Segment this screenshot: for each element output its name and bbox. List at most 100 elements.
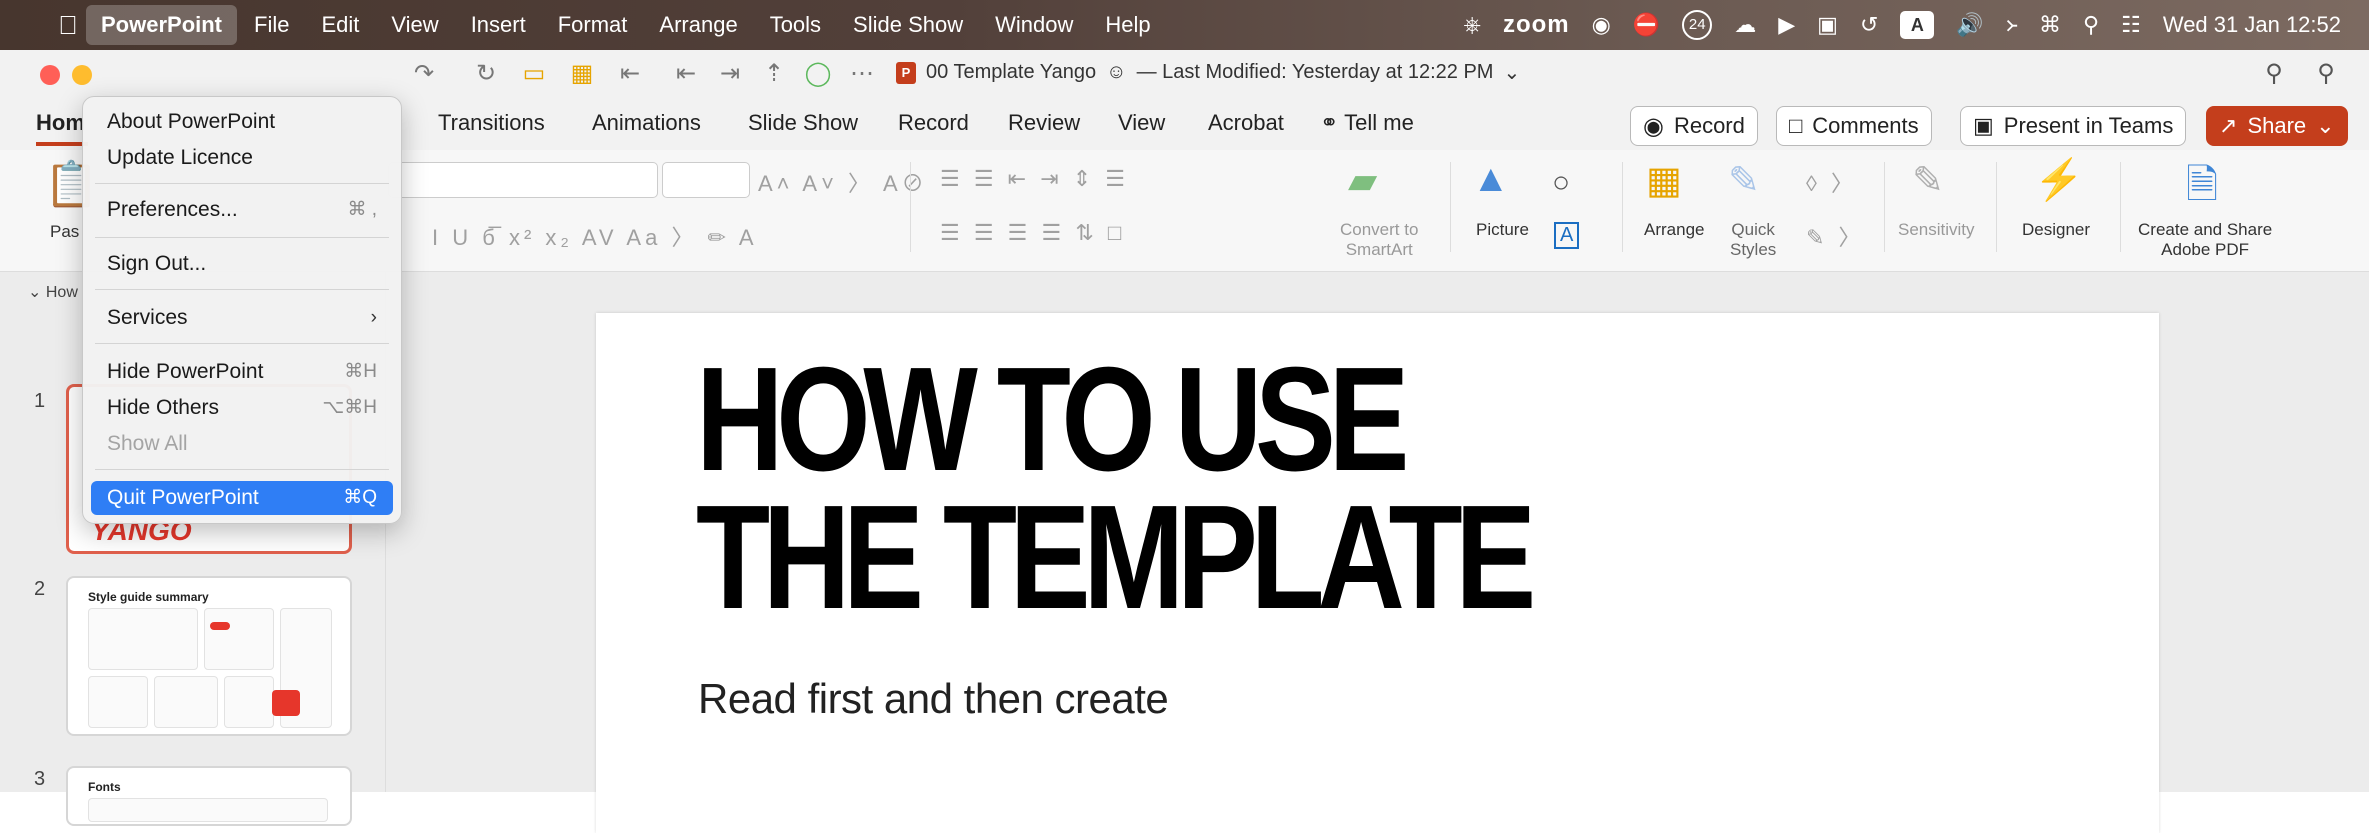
menu-item-preferences[interactable]: Preferences... ⌘ , xyxy=(83,193,401,227)
tab-view[interactable]: View xyxy=(1118,110,1165,136)
teams-icon: ▣ xyxy=(1973,113,1994,138)
input-source-indicator[interactable]: A xyxy=(1900,11,1935,39)
shape-circle-icon[interactable]: ◯ xyxy=(802,58,834,90)
spotlight-icon[interactable]: ⚲ xyxy=(2083,12,2099,38)
paste-label[interactable]: Pas xyxy=(50,222,79,242)
menu-window[interactable]: Window xyxy=(980,5,1088,45)
tab-slide-show[interactable]: Slide Show xyxy=(748,110,858,136)
lock-icon[interactable]: ⛔ xyxy=(1633,12,1660,38)
quick-styles-icon[interactable]: ✎ xyxy=(1728,158,1760,203)
time-machine-icon[interactable]: ↺ xyxy=(1860,12,1878,38)
menu-item-about[interactable]: About PowerPoint xyxy=(83,105,401,139)
minimize-window-button[interactable] xyxy=(72,65,92,85)
adobe-pdf-icon[interactable]: 🗎 xyxy=(2186,156,2218,224)
shape-fill-icon[interactable]: ◊ 〉 xyxy=(1806,166,1857,198)
menu-arrange[interactable]: Arrange xyxy=(644,5,752,45)
close-window-button[interactable] xyxy=(40,65,60,85)
calendar-badge-icon[interactable]: 24 xyxy=(1682,10,1713,40)
menu-item-hide-powerpoint[interactable]: Hide PowerPoint ⌘H xyxy=(83,355,401,389)
menu-file[interactable]: File xyxy=(239,5,304,45)
menu-help[interactable]: Help xyxy=(1090,5,1165,45)
tab-review[interactable]: Review xyxy=(1008,110,1080,136)
align-top-icon[interactable]: ⇡ xyxy=(758,58,790,90)
script-editor-icon[interactable]: ⎈ xyxy=(1463,12,1481,38)
menu-powerpoint[interactable]: PowerPoint xyxy=(86,5,238,45)
clock[interactable]: Wed 31 Jan 12:52 xyxy=(2163,12,2341,38)
apple-icon[interactable]:  xyxy=(50,10,86,41)
record-button[interactable]: ◉ Record xyxy=(1630,106,1758,146)
menu-item-hide-others[interactable]: Hide Others ⌥⌘H xyxy=(83,391,401,425)
shape-outline-icon[interactable]: ✎ 〉 xyxy=(1806,220,1865,252)
arrange-icon[interactable]: ▦ xyxy=(1646,158,1682,203)
designer-button[interactable]: Designer xyxy=(2022,220,2090,240)
tab-record[interactable]: Record xyxy=(898,110,969,136)
screen-share-icon[interactable]: ◉ xyxy=(1592,12,1611,38)
bluetooth-icon[interactable]: ᚛ xyxy=(2006,12,2017,38)
sensitivity-button[interactable]: Sensitivity xyxy=(1898,220,1975,240)
tab-acrobat[interactable]: Acrobat xyxy=(1208,110,1284,136)
tab-home[interactable]: Hom xyxy=(36,110,85,136)
align-icon[interactable]: ⇤ xyxy=(614,58,646,90)
current-slide[interactable]: HOW TO USE THE TEMPLATE Read first and t… xyxy=(596,313,2159,833)
sensitivity-icon[interactable]: ✎ xyxy=(1912,158,1944,203)
tab-animations[interactable]: Animations xyxy=(592,110,701,136)
menu-view[interactable]: View xyxy=(376,5,453,45)
separator xyxy=(910,162,911,252)
section-header[interactable]: ⌄ How xyxy=(28,282,78,302)
font-size-dropdown[interactable] xyxy=(662,162,750,198)
zoom-status-item[interactable]: zoom xyxy=(1503,11,1570,39)
menu-item-sign-out[interactable]: Sign Out... xyxy=(83,247,401,281)
cloud-icon[interactable]: ☁ xyxy=(1734,12,1756,38)
control-center-icon[interactable]: ☷ xyxy=(2121,12,2141,38)
menu-item-update-licence[interactable]: Update Licence xyxy=(83,141,401,175)
document-title[interactable]: P 00 Template Yango ☺ — Last Modified: Y… xyxy=(896,60,1520,85)
comments-button[interactable]: □ Comments xyxy=(1776,106,1932,146)
menu-item-services[interactable]: Services › xyxy=(83,301,401,335)
tab-transitions[interactable]: Transitions xyxy=(438,110,545,136)
arrange-button[interactable]: Arrange xyxy=(1644,220,1704,240)
volume-icon[interactable]: 🔊 xyxy=(1956,12,1983,38)
font-grow-shrink-icon[interactable]: A˄ A˅ 〉 A⊘ xyxy=(758,166,928,198)
designer-icon[interactable]: ⚡ xyxy=(2034,156,2084,203)
picture-icon[interactable]: ▲ xyxy=(1472,158,1510,201)
play-icon[interactable]: ▶ xyxy=(1778,12,1795,38)
menu-item-show-all: Show All xyxy=(107,432,188,455)
battery-icon[interactable]: ▣ xyxy=(1817,12,1838,38)
shapes-icon[interactable]: ○ xyxy=(1552,166,1570,200)
menu-slide-show[interactable]: Slide Show xyxy=(838,5,978,45)
slide-thumbnail-2[interactable]: Style guide summary xyxy=(66,576,352,736)
list-icons[interactable]: ☰ ☰ ⇤ ⇥ ⇕ ☰ xyxy=(940,166,1129,192)
search-icon[interactable]: ⚲ xyxy=(2258,58,2290,90)
redo-icon[interactable]: ↷ xyxy=(408,58,440,90)
more-icon[interactable]: ⋯ xyxy=(846,58,878,90)
tell-me[interactable]: ⚭ Tell me xyxy=(1320,110,1414,136)
share-button[interactable]: ↗ Share ⌄ xyxy=(2206,106,2348,146)
repeat-icon[interactable]: ↻ xyxy=(470,58,502,90)
present-in-teams-button[interactable]: ▣ Present in Teams xyxy=(1960,106,2187,146)
text-format-icons[interactable]: I U б̅ x² x₂ AV Aa 〉 ✏ A xyxy=(432,220,758,252)
copy-format-icon[interactable]: ▭ xyxy=(518,58,550,90)
font-name-dropdown[interactable] xyxy=(388,162,658,198)
wifi-icon[interactable]: ⌘ xyxy=(2039,12,2061,38)
convert-smartart-button[interactable]: Convert to SmartArt xyxy=(1340,220,1418,260)
smartart-icon[interactable]: ▰ xyxy=(1348,158,1377,203)
menu-tools[interactable]: Tools xyxy=(755,5,836,45)
menu-separator xyxy=(95,237,389,238)
distribute-icon[interactable]: ⇤ xyxy=(670,58,702,90)
group-icon[interactable]: ▦ xyxy=(566,58,598,90)
picture-button[interactable]: Picture xyxy=(1476,220,1529,240)
quick-styles-button[interactable]: Quick Styles xyxy=(1730,220,1776,260)
create-share-pdf-button[interactable]: Create and Share Adobe PDF xyxy=(2138,220,2272,260)
slide-subtitle[interactable]: Read first and then create xyxy=(698,675,1169,723)
collaborate-icon[interactable]: ⚲ xyxy=(2310,58,2342,90)
align-right-icon[interactable]: ⇥ xyxy=(714,58,746,90)
menu-insert[interactable]: Insert xyxy=(456,5,541,45)
menu-format[interactable]: Format xyxy=(543,5,643,45)
menu-edit[interactable]: Edit xyxy=(306,5,374,45)
slide-number: 1 xyxy=(34,390,46,412)
menu-item-quit-powerpoint[interactable]: Quit PowerPoint ⌘Q xyxy=(91,481,393,515)
slide-title[interactable]: HOW TO USE THE TEMPLATE xyxy=(696,346,1536,632)
paragraph-align-icons[interactable]: ☰ ☰ ☰ ☰ ⇅ □ xyxy=(940,220,1125,246)
slide-thumbnail-3[interactable]: Fonts xyxy=(66,766,352,826)
text-box-icon[interactable]: A xyxy=(1554,222,1580,249)
